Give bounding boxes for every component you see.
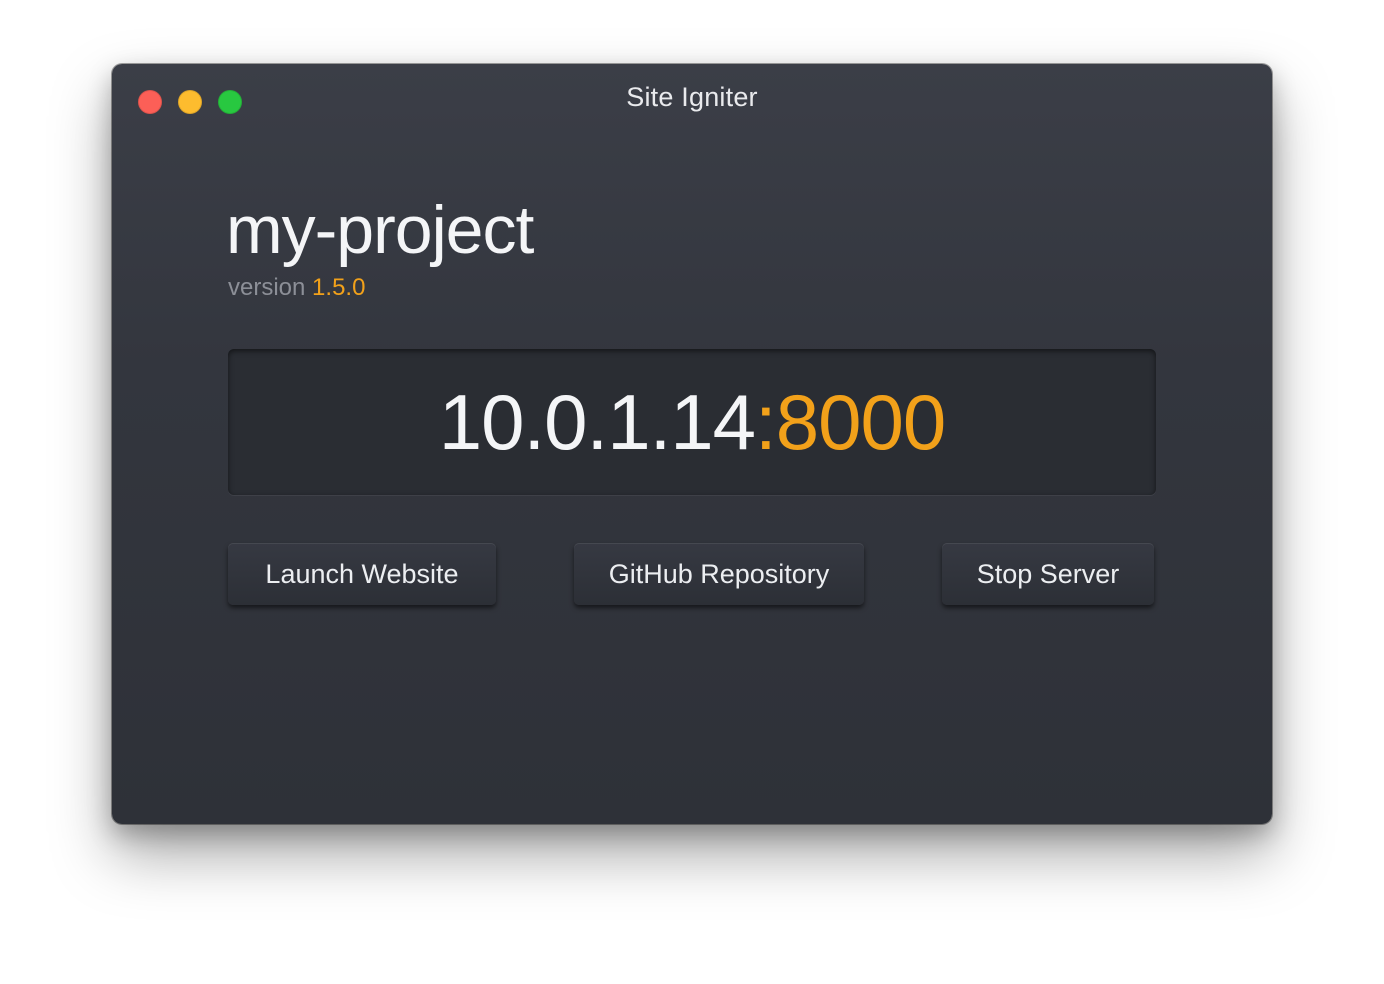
version-line: version 1.5.0 [228,276,365,300]
title-bar[interactable]: Site Igniter [112,64,1272,134]
server-port: 8000 [775,378,947,466]
screen: Site Igniter my-project version 1.5.0 10… [0,0,1384,984]
server-ip: 10.0.1.14 [438,378,756,466]
project-name: my-project [226,192,534,268]
version-label: version [228,274,306,301]
server-address-panel: 10.0.1.14:8000 [228,349,1156,495]
address-separator: : [755,378,777,466]
stop-server-button[interactable]: Stop Server [942,543,1154,605]
window-title: Site Igniter [626,82,758,112]
version-number: 1.5.0 [312,274,366,301]
app-window: Site Igniter my-project version 1.5.0 10… [112,64,1272,824]
launch-website-button[interactable]: Launch Website [228,543,496,605]
github-repository-button[interactable]: GitHub Repository [574,543,864,605]
server-address: 10.0.1.14:8000 [228,383,1156,461]
